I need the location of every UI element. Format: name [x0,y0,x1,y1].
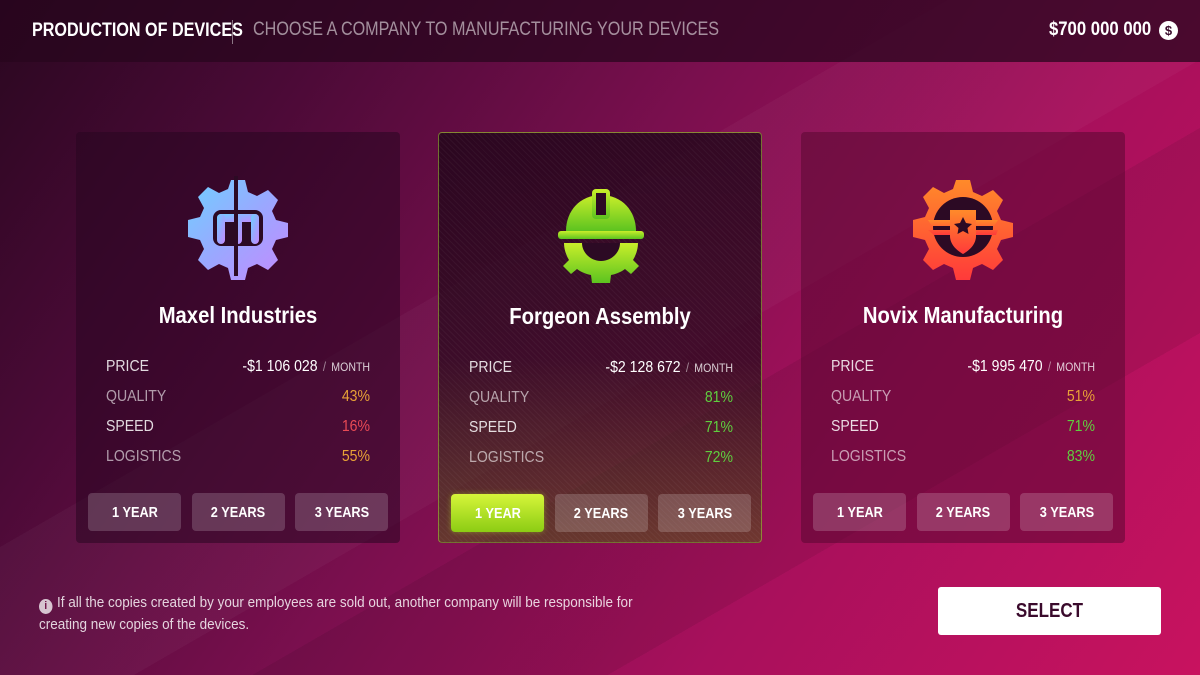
company-card-maxel[interactable]: Maxel Industries PRICE -$1 106 028 / MONTH… [76,132,400,543]
price-label: PRICE [469,359,513,376]
speed-row: SPEED 71% [469,413,733,443]
quality-value: 43% [341,388,370,405]
money-amount: $700 000 000 [1048,19,1151,40]
speed-value: 71% [1066,418,1095,435]
header-divider [232,20,233,44]
price-value: -$1 106 028 / MONTH [242,358,370,376]
price-unit: MONTH [331,360,370,374]
stats-table: PRICE -$1 106 028 / MONTH QUALITY 43% SPEE… [106,352,370,472]
company-name: Novix Manufacturing [862,302,1064,328]
logistics-label: LOGISTICS [106,448,182,465]
page-title: PRODUCTION OF DEVICES [32,20,243,41]
logistics-value: 55% [341,448,370,465]
price-amount: -$1 106 028 [242,358,318,375]
speed-label: SPEED [469,419,517,436]
price-slash: / [1047,359,1051,374]
term-buttons: 1 YEAR 2 YEARS 3 YEARS [88,493,388,531]
price-row: PRICE -$2 128 672 / MONTH [469,353,733,383]
top-bar: PRODUCTION OF DEVICES CHOOSE A COMPANY T… [0,0,1200,62]
term-2-years-button[interactable]: 2 YEARS [554,494,648,532]
money-display: $700 000 000 $ [1035,19,1178,41]
speed-value: 16% [341,418,370,435]
speed-value: 71% [704,419,733,436]
stats-table: PRICE -$1 995 470 / MONTH QUALITY 51% SPEE… [831,352,1095,472]
info-text-line1: If all the copies created by your employ… [57,594,633,611]
price-value: -$2 128 672 / MONTH [605,359,733,377]
term-1-year-button[interactable]: 1 YEAR [813,493,906,531]
quality-value: 51% [1066,388,1095,405]
hardhat-gear-icon [558,189,644,283]
quality-row: QUALITY 81% [469,383,733,413]
price-unit: MONTH [1056,360,1095,374]
stats-table: PRICE -$2 128 672 / MONTH QUALITY 81% SPEE… [469,353,733,473]
price-label: PRICE [106,358,150,375]
term-2-years-button[interactable]: 2 YEARS [191,493,285,531]
price-row: PRICE -$1 995 470 / MONTH [831,352,1095,382]
price-value: -$1 995 470 / MONTH [967,358,1095,376]
logistics-value: 72% [704,449,733,466]
shield-gear-icon [913,180,1013,280]
term-3-years-button[interactable]: 3 YEARS [1020,493,1113,531]
logistics-label: LOGISTICS [469,449,545,466]
coin-icon: $ [1159,20,1178,40]
speed-row: SPEED 16% [106,412,370,442]
quality-value: 81% [704,389,733,406]
company-card-forgeon[interactable]: Forgeon Assembly PRICE -$2 128 672 / MONTH… [438,132,762,543]
select-button-label: SELECT [1015,599,1084,622]
term-2-years-button[interactable]: 2 YEARS [916,493,1010,531]
term-1-year-button[interactable]: 1 YEAR [451,494,544,532]
quality-label: QUALITY [831,388,892,405]
quality-label: QUALITY [469,389,530,406]
select-button[interactable]: SELECT [938,587,1161,635]
company-name: Forgeon Assembly [509,303,691,329]
speed-row: SPEED 71% [831,412,1095,442]
logistics-row: LOGISTICS 72% [469,443,733,473]
logistics-row: LOGISTICS 55% [106,442,370,472]
company-name: Maxel Industries [158,302,318,328]
speed-label: SPEED [106,418,154,435]
term-buttons: 1 YEAR 2 YEARS 3 YEARS [451,494,751,532]
price-label: PRICE [831,358,875,375]
logistics-row: LOGISTICS 83% [831,442,1095,472]
page-subtitle: CHOOSE A COMPANY TO MANUFACTURING YOUR D… [253,19,720,40]
quality-label: QUALITY [106,388,167,405]
term-buttons: 1 YEAR 2 YEARS 3 YEARS [813,493,1113,531]
price-row: PRICE -$1 106 028 / MONTH [106,352,370,382]
price-slash: / [322,359,326,374]
speed-label: SPEED [831,418,879,435]
price-slash: / [685,360,689,375]
term-1-year-button[interactable]: 1 YEAR [88,493,181,531]
price-amount: -$2 128 672 [605,359,681,376]
gear-m-icon [188,176,288,280]
term-3-years-button[interactable]: 3 YEARS [658,494,751,532]
quality-row: QUALITY 51% [831,382,1095,412]
term-3-years-button[interactable]: 3 YEARS [295,493,388,531]
info-icon: i [39,598,53,614]
logistics-label: LOGISTICS [831,448,907,465]
company-card-novix[interactable]: Novix Manufacturing PRICE -$1 995 470 / MO… [801,132,1125,543]
quality-row: QUALITY 43% [106,382,370,412]
logistics-value: 83% [1066,448,1095,465]
info-text-line2: creating new copies of the devices. [39,616,250,633]
info-note: i If all the copies created by your emplo… [39,592,659,636]
price-unit: MONTH [694,361,733,375]
price-amount: -$1 995 470 [967,358,1043,375]
